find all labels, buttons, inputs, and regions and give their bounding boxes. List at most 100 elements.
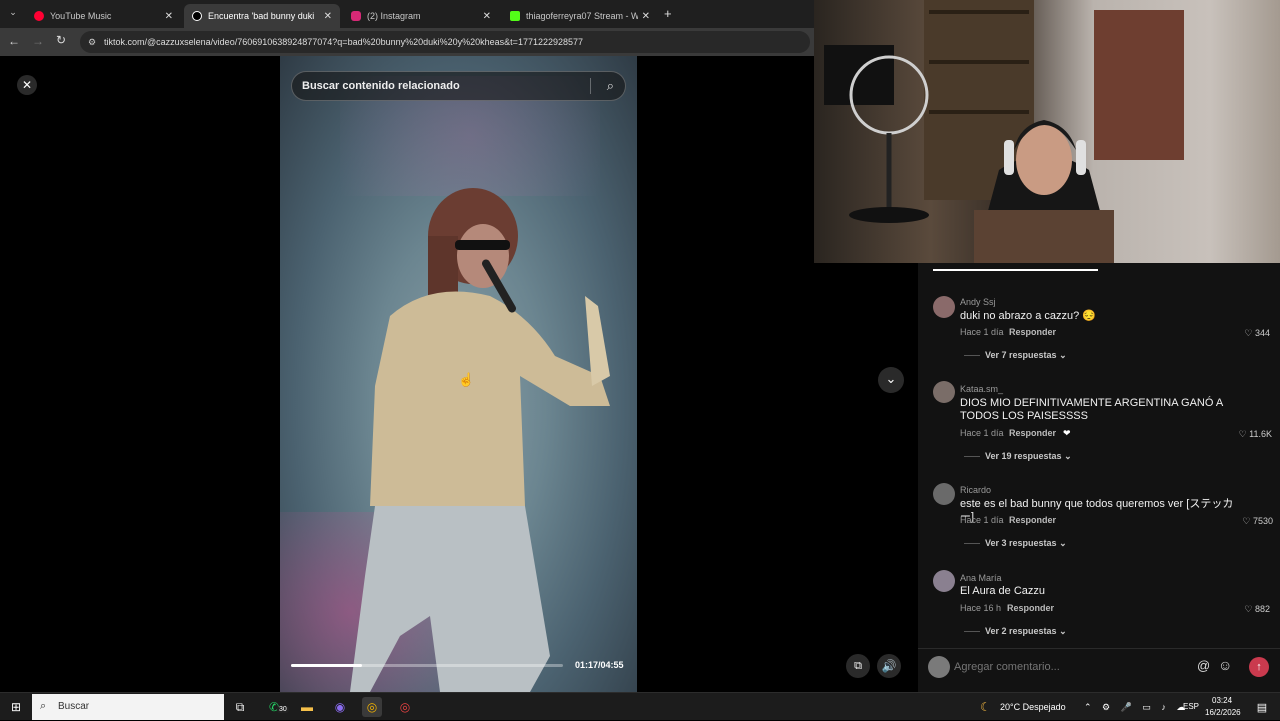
- new-tab-button[interactable]: +: [664, 6, 672, 21]
- send-icon[interactable]: ↑: [1249, 657, 1269, 677]
- forward-icon[interactable]: →: [32, 34, 44, 48]
- search-icon[interactable]: ⌕: [607, 78, 614, 94]
- like-count-value: 344: [1254, 328, 1270, 338]
- video-player[interactable]: ☝: [280, 56, 637, 692]
- avatar[interactable]: [933, 381, 955, 403]
- mouse-cursor-icon: ☝: [458, 372, 475, 387]
- like-count[interactable]: ♡ 11.6K: [1212, 429, 1272, 440]
- weather-text[interactable]: 20°C Despejado: [1000, 693, 1066, 721]
- weather-icon[interactable]: ☾: [980, 693, 991, 721]
- comment-input[interactable]: [954, 656, 1204, 678]
- site-info-icon[interactable]: ⚙: [88, 31, 96, 53]
- windows-start-icon[interactable]: ⊞: [6, 697, 26, 717]
- comment-text: duki no abrazo a cazzu? 😔: [960, 310, 1096, 322]
- comment-text: DIOS MIO DEFINITIVAMENTE ARGENTINA GANÓ …: [960, 397, 1223, 422]
- tab-instagram[interactable]: (2) Instagram ✕: [343, 4, 499, 28]
- navigation-bar: ← → ↻ ⚙ tiktok.com/@cazzuxselena/video/7…: [0, 28, 814, 56]
- comment-age: Hace 16 h: [960, 603, 1002, 613]
- view-replies-label: Ver 19 respuestas: [985, 451, 1062, 461]
- avatar[interactable]: [933, 570, 955, 592]
- tab-bar: ⌄ YouTube Music ✕ Encuentra 'bad bunny d…: [0, 0, 814, 28]
- view-replies-label: Ver 3 respuestas: [985, 538, 1057, 548]
- tab-indicator: [933, 269, 1098, 271]
- chrome-icon[interactable]: ◎: [362, 697, 382, 717]
- taskbar-search-label: Buscar: [58, 701, 90, 712]
- clock-date[interactable]: 16/2/2026: [1205, 708, 1241, 717]
- divider: [964, 543, 980, 544]
- reload-icon[interactable]: ↻: [56, 33, 66, 47]
- view-replies-button[interactable]: Ver 3 respuestas ⌄: [985, 538, 1067, 549]
- app-icon[interactable]: ◉: [330, 697, 350, 717]
- close-tab-icon[interactable]: ✕: [483, 11, 491, 22]
- avatar[interactable]: [933, 296, 955, 318]
- view-replies-button[interactable]: Ver 7 respuestas ⌄: [985, 350, 1067, 361]
- comment-age: Hace 1 día: [960, 327, 1004, 337]
- back-icon[interactable]: ←: [8, 34, 20, 48]
- tab-youtube-music[interactable]: YouTube Music ✕: [26, 4, 181, 28]
- close-icon[interactable]: ✕: [17, 75, 37, 95]
- comment-age: Hace 1 día: [960, 515, 1004, 525]
- divider: [964, 631, 980, 632]
- progress-bar[interactable]: [291, 664, 563, 667]
- search-icon: ⌕: [40, 700, 47, 712]
- progress-fill: [291, 664, 362, 667]
- view-replies-label: Ver 7 respuestas: [985, 350, 1057, 360]
- avatar[interactable]: [933, 483, 955, 505]
- comment-username[interactable]: Kataa.sm_: [960, 384, 1003, 394]
- tray-icons[interactable]: ⌃ ⚙ 🎤 ▭ ♪ ☁: [1084, 693, 1189, 721]
- reply-button[interactable]: Responder: [1007, 603, 1054, 613]
- mention-icon[interactable]: @: [1197, 658, 1210, 673]
- comment-username[interactable]: Andy Ssj: [960, 297, 996, 307]
- task-view-icon[interactable]: ⧉: [230, 697, 250, 717]
- close-tab-icon[interactable]: ✕: [642, 11, 650, 22]
- view-replies-button[interactable]: Ver 19 respuestas ⌄: [985, 451, 1072, 462]
- url-text: tiktok.com/@cazzuxselena/video/760691063…: [104, 37, 584, 47]
- address-bar[interactable]: ⚙ tiktok.com/@cazzuxselena/video/7606910…: [80, 31, 810, 53]
- tab-title: thiagoferreyra07 Stream - Watc: [526, 11, 638, 21]
- browser-app-icon[interactable]: ◎: [395, 697, 415, 717]
- search-input[interactable]: Buscar contenido relacionado: [302, 72, 460, 100]
- reply-button[interactable]: Responder: [1009, 428, 1056, 438]
- comment-composer: @ ☺ ↑: [918, 648, 1280, 692]
- close-tab-icon[interactable]: ✕: [165, 11, 173, 22]
- comments-panel: Andy Ssj duki no abrazo a cazzu? 😔 Hace …: [918, 263, 1280, 692]
- next-video-chevron-down-icon[interactable]: ⌄: [878, 367, 904, 393]
- divider: [964, 355, 980, 356]
- volume-icon[interactable]: 🔊: [877, 654, 901, 678]
- mini-player-icon[interactable]: ⧉: [846, 654, 870, 678]
- tiktok-icon: [192, 11, 202, 21]
- language-indicator[interactable]: ESP: [1183, 693, 1199, 721]
- webcam-scene: [824, 0, 1184, 263]
- related-search-bar[interactable]: Buscar contenido relacionado ⌕: [291, 71, 626, 101]
- taskbar-search[interactable]: ⌕ Buscar: [32, 694, 224, 720]
- like-count-value: 7530: [1252, 516, 1273, 526]
- notifications-icon[interactable]: ▤: [1252, 697, 1272, 717]
- tab-tiktok[interactable]: Encuentra 'bad bunny duki ✕: [184, 4, 340, 28]
- like-count-value: 882: [1254, 604, 1270, 614]
- clock-time[interactable]: 03:24: [1212, 696, 1232, 705]
- comment-username[interactable]: Ricardo: [960, 485, 991, 495]
- kick-icon: [510, 11, 520, 21]
- avatar: [928, 656, 950, 678]
- taskbar: ⊞ ⌕ Buscar ⧉ ✆ 30 ▬ ◉ ◎ ◎ ☾ 20°C Despeja…: [0, 692, 1280, 720]
- creator-liked-icon: ❤: [1063, 428, 1071, 438]
- time-display: 01:17/04:55: [575, 660, 624, 670]
- like-count-value: 11.6K: [1249, 429, 1272, 439]
- reply-button[interactable]: Responder: [1009, 515, 1056, 525]
- tab-title: Encuentra 'bad bunny duki: [208, 11, 315, 21]
- view-replies-button[interactable]: Ver 2 respuestas ⌄: [985, 626, 1067, 637]
- like-count[interactable]: ♡ 344: [1210, 328, 1270, 339]
- close-tab-icon[interactable]: ✕: [324, 11, 332, 22]
- like-count[interactable]: ♡ 882: [1210, 604, 1270, 615]
- reply-button[interactable]: Responder: [1009, 327, 1056, 337]
- comment-age: Hace 1 día: [960, 428, 1004, 438]
- tab-search-button[interactable]: ⌄: [6, 7, 20, 21]
- instagram-icon: [351, 11, 361, 21]
- view-replies-label: Ver 2 respuestas: [985, 626, 1057, 636]
- comment-username[interactable]: Ana María: [960, 573, 1002, 583]
- emoji-icon[interactable]: ☺: [1218, 657, 1232, 673]
- divider: [964, 456, 980, 457]
- like-count[interactable]: ♡ 7530: [1213, 516, 1273, 527]
- tab-kick-stream[interactable]: thiagoferreyra07 Stream - Watc ✕: [502, 4, 658, 28]
- file-explorer-icon[interactable]: ▬: [297, 697, 317, 717]
